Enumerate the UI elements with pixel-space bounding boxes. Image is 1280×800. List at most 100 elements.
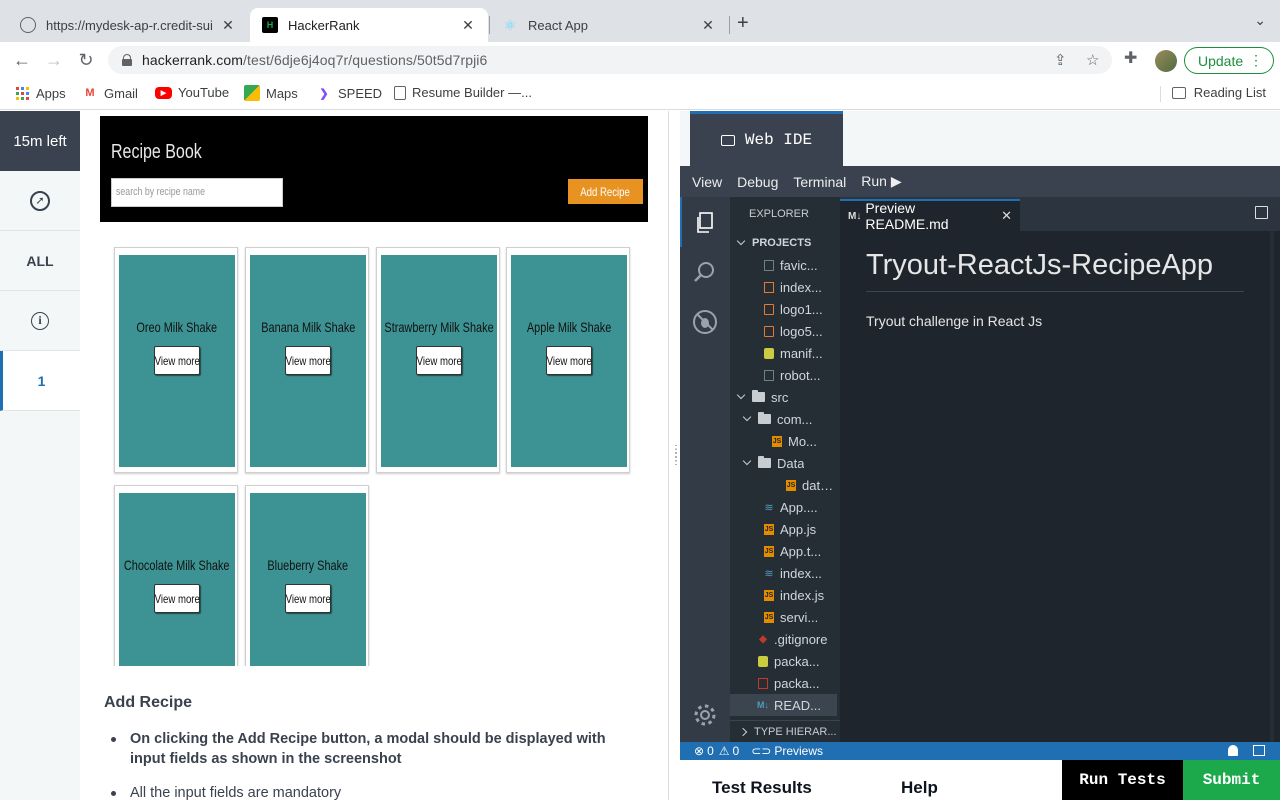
menu-view[interactable]: View — [692, 174, 722, 190]
readme-preview-tab[interactable]: M↓ Preview README.md ✕ — [840, 199, 1020, 232]
forward-arrow-icon[interactable]: → — [42, 48, 66, 72]
resize-handle-icon[interactable]: ⋮ ⋮ ⋮ ⋮ — [671, 445, 681, 467]
tree-label: App.js — [780, 521, 817, 537]
close-icon[interactable]: ✕ — [1001, 208, 1012, 224]
bookmark-gmail[interactable]: M Gmail — [82, 85, 138, 101]
warning-count: 0 — [732, 744, 740, 758]
tree-file[interactable]: JS Mo... — [730, 430, 840, 452]
browser-tab-credit-suisse[interactable]: https://mydesk-ap-r.credit-sui ✕ — [8, 8, 248, 42]
menu-terminal[interactable]: Terminal — [793, 174, 846, 190]
tab-test-results[interactable]: Test Results — [712, 778, 812, 798]
bookmark-maps[interactable]: Maps — [244, 85, 298, 101]
type-hierarchy-section[interactable]: TYPE HIERAR... — [730, 720, 840, 742]
json-file-icon — [764, 347, 774, 359]
tree-label: com... — [777, 411, 813, 427]
img-file-icon — [764, 325, 774, 337]
search-icon[interactable] — [692, 259, 718, 285]
tree-file[interactable]: ≋ index... — [730, 562, 840, 584]
run-tests-button[interactable]: Run Tests — [1062, 760, 1183, 800]
readme-body: Tryout challenge in React Js — [866, 313, 1043, 329]
close-icon[interactable]: ✕ — [700, 17, 716, 34]
url-text: hackerrank.com/test/6dje6j4oq7r/question… — [142, 52, 488, 68]
chevron-down-icon — [736, 236, 746, 246]
tree-file[interactable]: ≋ App.... — [730, 496, 840, 518]
tree-file[interactable]: ◆ .gitignore — [730, 628, 840, 650]
scrollbar[interactable] — [1270, 231, 1274, 742]
bookmark-label: Gmail — [104, 85, 138, 101]
files-icon[interactable] — [692, 210, 718, 236]
gear-icon[interactable] — [692, 702, 718, 728]
tree-file[interactable]: robot... — [730, 364, 840, 386]
tab-help[interactable]: Help — [901, 778, 938, 798]
close-icon[interactable]: ✕ — [220, 17, 236, 34]
tree-label: data.js — [802, 477, 840, 493]
chevron-down-icon[interactable]: ⌄ — [1254, 12, 1266, 29]
bell-icon[interactable] — [1228, 745, 1238, 756]
reading-list-label: Reading List — [1193, 85, 1266, 100]
new-tab-icon[interactable]: + — [737, 12, 749, 35]
tree-label: robot... — [780, 367, 821, 383]
web-ide-tab[interactable]: Web IDE — [690, 111, 843, 166]
folder-icon — [758, 412, 771, 424]
tree-file[interactable]: JS index.js — [730, 584, 840, 606]
tree-file[interactable]: packa... — [730, 650, 840, 672]
tree-file[interactable]: favic... — [730, 254, 840, 276]
menu-run[interactable]: Run ▶ — [861, 173, 901, 190]
view-more-button: View more — [285, 346, 331, 375]
tree-label: Mo... — [788, 433, 817, 449]
tree-file[interactable]: manif... — [730, 342, 840, 364]
update-button[interactable]: Update ⋮ — [1184, 47, 1274, 74]
tree-folder[interactable]: src — [730, 386, 840, 408]
tree-file[interactable]: JS App.t... — [730, 540, 840, 562]
profile-avatar[interactable] — [1155, 50, 1177, 72]
close-icon[interactable]: ✕ — [460, 17, 476, 34]
reading-list-button[interactable]: Reading List — [1171, 85, 1266, 100]
bookmark-speed[interactable]: ❯ SPEED — [316, 85, 382, 101]
warning-icon: ⚠ — [718, 744, 730, 758]
ide-menu-bar: View Debug Terminal Run ▶ — [680, 166, 1280, 197]
split-editor-icon[interactable] — [1255, 206, 1268, 219]
tree-label: index... — [780, 565, 822, 581]
img-file-icon — [764, 303, 774, 315]
tree-folder[interactable]: com... — [730, 408, 840, 430]
back-arrow-icon[interactable]: ← — [10, 48, 34, 72]
tree-file[interactable]: index... — [730, 276, 840, 298]
json-file-icon — [758, 655, 768, 667]
panel-toggle-icon[interactable] — [1253, 745, 1265, 756]
puzzle-extensions-icon[interactable]: ✚ — [1124, 48, 1137, 68]
screenshot-search-field: search by recipe name — [111, 178, 283, 207]
tree-file[interactable]: JS data.js — [730, 474, 840, 496]
question-item-1[interactable]: 1 — [0, 351, 80, 411]
tree-file[interactable]: packa... — [730, 672, 840, 694]
tree-folder[interactable]: Data — [730, 452, 840, 474]
previews-item[interactable]: ⊂⊃ Previews — [751, 744, 823, 758]
browser-tab-react-app[interactable]: ⚛ React App ✕ — [490, 8, 728, 42]
view-more-button: View more — [416, 346, 462, 375]
submit-button[interactable]: Submit — [1183, 760, 1280, 800]
list-item: All the input fields are mandatory — [104, 783, 624, 800]
bookmark-apps[interactable]: Apps — [14, 85, 66, 101]
menu-debug[interactable]: Debug — [737, 174, 778, 190]
tree-file[interactable]: JS App.js — [730, 518, 840, 540]
browser-tab-hackerrank[interactable]: H HackerRank ✕ — [250, 8, 488, 42]
tree-label: packa... — [774, 675, 820, 691]
tree-file[interactable]: logo5... — [730, 320, 840, 342]
error-count: 0 — [707, 744, 714, 758]
info-nav-item[interactable]: i — [0, 291, 80, 351]
tree-file[interactable]: JS servi... — [730, 606, 840, 628]
all-questions-item[interactable]: ALL — [0, 231, 80, 291]
bookmark-resume-builder[interactable]: Resume Builder —... — [394, 85, 532, 100]
tree-file[interactable]: logo1... — [730, 298, 840, 320]
tree-file[interactable]: M↓ READ... — [730, 694, 837, 716]
star-icon[interactable]: ☆ — [1086, 51, 1099, 69]
web-ide-label: Web IDE — [744, 131, 813, 149]
compass-nav-item[interactable]: ➚ — [0, 171, 80, 231]
reload-icon[interactable]: ↻ — [74, 48, 98, 72]
debug-icon[interactable] — [692, 309, 718, 335]
address-bar[interactable]: hackerrank.com/test/6dje6j4oq7r/question… — [108, 46, 1112, 74]
bookmark-youtube[interactable]: ▶ YouTube — [155, 85, 229, 100]
projects-section[interactable]: PROJECTS — [730, 232, 840, 254]
problems-indicator[interactable]: ⊗ 0 ⚠ 0 — [694, 744, 739, 758]
chevron-down-icon — [736, 390, 746, 400]
share-icon[interactable]: ⇪ — [1054, 51, 1067, 69]
